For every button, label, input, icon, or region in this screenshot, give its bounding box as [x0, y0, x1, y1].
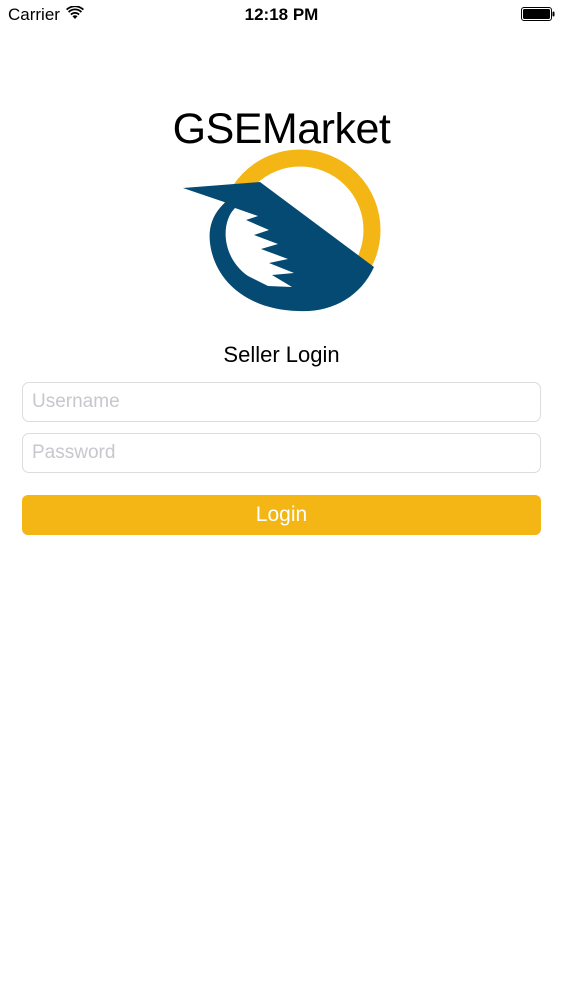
- battery-icon: [521, 7, 555, 21]
- seller-login-heading: Seller Login: [223, 342, 340, 367]
- gsemarket-logo: [183, 149, 381, 312]
- password-input[interactable]: [22, 433, 541, 473]
- app-title: GSEMarket: [172, 104, 391, 153]
- login-button[interactable]: Login: [22, 495, 541, 535]
- status-time: 12:18 PM: [244, 5, 319, 24]
- status-bar: Carrier 12:18 PM: [0, 0, 563, 30]
- username-input[interactable]: [22, 382, 541, 422]
